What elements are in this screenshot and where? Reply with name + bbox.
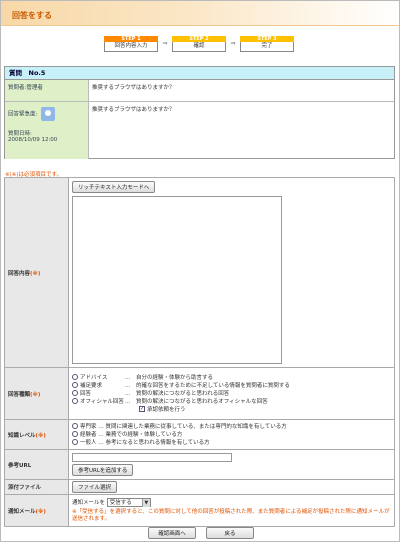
answer-form: 回答内容(※) リッチテキスト入力モードへ 回答種類(※) アドバイス… 自分の… bbox=[4, 177, 395, 527]
type-option-answer[interactable]: 回答… 質問の解決につながると思われる回答 bbox=[69, 390, 394, 398]
page-header: 回答をする bbox=[1, 1, 399, 26]
question-body: 推奨するブラウザはありますか？ bbox=[92, 107, 175, 113]
url-input[interactable] bbox=[72, 453, 232, 462]
type-name: アドバイス bbox=[80, 374, 108, 381]
url-cell: 参考URLを追加する bbox=[68, 449, 395, 480]
radio-icon[interactable] bbox=[72, 431, 78, 437]
step-1: STEP 1 回答内容入力 bbox=[104, 36, 158, 52]
answer-label: 回答内容 bbox=[8, 270, 31, 277]
type-option-advice[interactable]: アドバイス… 自分の経験・体験から助言する bbox=[69, 374, 394, 382]
asker-label: 質問者:管理者 bbox=[5, 80, 89, 101]
radio-icon[interactable] bbox=[72, 439, 78, 445]
step-3: STEP 3 完了 bbox=[240, 36, 294, 52]
url-label: 参考URL bbox=[4, 449, 69, 480]
mail-label-cell: 通知メール(※) bbox=[4, 494, 69, 527]
radio-icon[interactable] bbox=[72, 398, 78, 404]
file-select-button[interactable]: ファイル選択 bbox=[72, 481, 118, 493]
step-indicator: STEP 1 回答内容入力 ⇒ STEP 2 確認 ⇒ STEP 3 完了 bbox=[104, 36, 294, 52]
answer-input-cell: リッチテキスト入力モードへ bbox=[68, 177, 395, 368]
level-option-experienced[interactable]: 経験者 … 業務での経験・体験している方 bbox=[69, 431, 394, 439]
level-option-expert[interactable]: 専門家 … 質問に関連した業務に従事している、または専門的な知識を有している方 bbox=[69, 423, 394, 431]
radio-icon[interactable] bbox=[72, 423, 78, 429]
back-button[interactable]: 戻る bbox=[206, 527, 254, 539]
type-desc: 質問の解決につながると思われる回答 bbox=[136, 390, 230, 397]
type-desc: 的確な回答をするために不足している情報を質問者に質問する bbox=[136, 382, 290, 389]
urgency-icon bbox=[41, 107, 56, 121]
knowledge-label-cell: 知識レベル(※) bbox=[4, 419, 69, 450]
type-label: 回答種類 bbox=[8, 391, 31, 398]
step-1-label: 回答内容入力 bbox=[104, 42, 158, 52]
checkbox-icon[interactable]: ✓ bbox=[139, 406, 145, 412]
page-title: 回答をする bbox=[12, 11, 52, 20]
question-meta: 回答緊急度: 質問日時: 2008/10/09 12:00 bbox=[5, 102, 89, 159]
knowledge-options: 専門家 … 質問に関連した業務に従事している、または専門的な知識を有している方 … bbox=[68, 419, 395, 450]
radio-icon[interactable] bbox=[72, 390, 78, 396]
mail-row: 通知メール(※) 通知メールを 受信する ▼ ※「受信する」を選択すると、この質問… bbox=[4, 494, 395, 527]
mail-cell: 通知メールを 受信する ▼ ※「受信する」を選択すると、この質問に対して他の回答が… bbox=[68, 494, 395, 527]
action-buttons: 確認画面へ 戻る bbox=[148, 527, 254, 539]
step-3-label: 完了 bbox=[240, 42, 294, 52]
type-desc: 質問の解決につながると思われるオフィシャルな回答 bbox=[136, 398, 268, 405]
question-title-row: 質問者:管理者 推奨するブラウザはありますか？ bbox=[5, 80, 394, 102]
rich-text-button[interactable]: リッチテキスト入力モードへ bbox=[72, 181, 156, 193]
required-mark: (※) bbox=[30, 391, 41, 398]
level-name: 経験者 bbox=[80, 431, 97, 438]
radio-icon[interactable] bbox=[72, 382, 78, 388]
type-option-official[interactable]: オフィシャル回答… 質問の解決につながると思われるオフィシャルな回答 bbox=[69, 398, 394, 406]
type-options: アドバイス… 自分の経験・体験から助言する 補足要求… 的確な回答をするために不… bbox=[68, 367, 395, 420]
type-label-cell: 回答種類(※) bbox=[4, 367, 69, 420]
urgency-label: 回答緊急度: bbox=[8, 111, 38, 118]
required-mark: (※) bbox=[35, 432, 46, 439]
level-option-general[interactable]: 一般人 … 参考になると思われる情報を有している方 bbox=[69, 439, 394, 447]
confirm-request-label: 承認依頼を行う bbox=[147, 406, 186, 413]
level-name: 一般人 bbox=[80, 439, 97, 446]
knowledge-label: 知識レベル bbox=[8, 432, 36, 439]
attach-label: 添付ファイル bbox=[4, 479, 69, 495]
question-panel: 質問 No.5 質問者:管理者 推奨するブラウザはありますか？ 回答緊急度: 質… bbox=[4, 66, 395, 159]
type-name: 回答 bbox=[80, 390, 92, 397]
question-title: 推奨するブラウザはありますか？ bbox=[92, 85, 175, 91]
type-name: 補足要求 bbox=[80, 382, 103, 389]
step-2-label: 確認 bbox=[172, 42, 226, 52]
answer-type-row: 回答種類(※) アドバイス… 自分の経験・体験から助言する 補足要求… 的確な回… bbox=[4, 367, 395, 420]
knowledge-row: 知識レベル(※) 専門家 … 質問に関連した業務に従事している、または専門的な知… bbox=[4, 419, 395, 450]
level-desc: 質問に関連した業務に従事している、または専門的な知識を有している方 bbox=[105, 423, 287, 430]
question-header: 質問 No.5 bbox=[5, 67, 394, 80]
required-mark: (※) bbox=[30, 270, 41, 277]
question-body-row: 回答緊急度: 質問日時: 2008/10/09 12:00 推奨するブラウザはあ… bbox=[5, 102, 394, 159]
attach-cell: ファイル選択 bbox=[68, 479, 395, 495]
answer-row: 回答内容(※) リッチテキスト入力モードへ bbox=[4, 177, 395, 368]
date-label: 質問日時: bbox=[8, 131, 32, 137]
level-desc: 業務での経験・体験している方 bbox=[105, 431, 183, 438]
type-option-request[interactable]: 補足要求… 的確な回答をするために不足している情報を質問者に質問する bbox=[69, 382, 394, 390]
arrow-right-icon: ⇒ bbox=[162, 40, 168, 47]
answer-textarea[interactable] bbox=[72, 196, 282, 364]
arrow-right-icon: ⇒ bbox=[230, 40, 236, 47]
confirm-request-option[interactable]: ✓ 承認依頼を行う bbox=[69, 406, 394, 414]
confirm-button[interactable]: 確認画面へ bbox=[148, 527, 196, 539]
level-name: 専門家 bbox=[80, 423, 97, 430]
level-desc: 参考になると思われる情報を有している方 bbox=[105, 439, 210, 446]
answer-label-cell: 回答内容(※) bbox=[4, 177, 69, 368]
attach-row: 添付ファイル ファイル選択 bbox=[4, 479, 395, 495]
add-url-button[interactable]: 参考URLを追加する bbox=[72, 464, 134, 476]
mail-prefix: 通知メールを bbox=[72, 500, 106, 506]
radio-icon[interactable] bbox=[72, 374, 78, 380]
step-2: STEP 2 確認 bbox=[172, 36, 226, 52]
question-date: 2008/10/09 12:00 bbox=[8, 137, 58, 143]
mail-label: 通知メール bbox=[8, 508, 36, 515]
required-mark: (※) bbox=[35, 508, 46, 515]
type-desc: 自分の経験・体験から助言する bbox=[136, 374, 214, 381]
chevron-down-icon[interactable]: ▼ bbox=[141, 499, 150, 507]
mail-note: ※「受信する」を選択すると、この質問に対して他の回答が投稿された際、また質問者に… bbox=[72, 509, 390, 522]
type-name: オフィシャル回答 bbox=[80, 398, 124, 405]
mail-select[interactable]: 受信する ▼ bbox=[106, 498, 151, 507]
mail-select-value: 受信する bbox=[109, 500, 132, 506]
url-row: 参考URL 参考URLを追加する bbox=[4, 449, 395, 480]
